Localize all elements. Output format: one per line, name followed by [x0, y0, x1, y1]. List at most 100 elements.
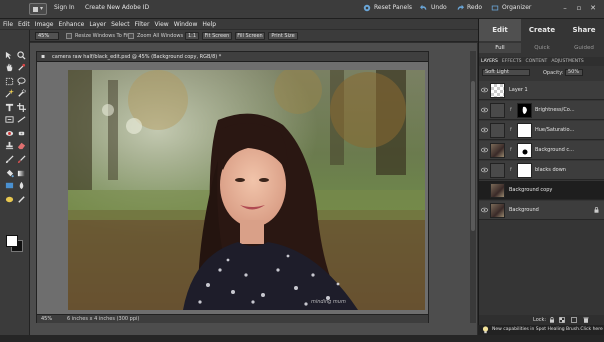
- layer-row-background[interactable]: Background: [479, 201, 604, 220]
- redo-button[interactable]: Redo: [467, 4, 482, 11]
- layer-row-background-c[interactable]: f Background c...: [479, 141, 604, 160]
- visibility-toggle[interactable]: [481, 187, 488, 193]
- tab-content[interactable]: CONTENT: [526, 57, 548, 66]
- menu-view[interactable]: View: [154, 21, 168, 28]
- status-zoom-level[interactable]: 45%: [41, 316, 52, 322]
- magic-wand-tool-icon[interactable]: [5, 89, 14, 98]
- tab-adjustments[interactable]: ADJUSTMENTS: [551, 57, 583, 66]
- zoom-level-field[interactable]: 45%: [35, 32, 59, 40]
- notification-bar[interactable]: New capabilities in Spot Healing Brush.C…: [478, 325, 604, 335]
- sign-in-link[interactable]: Sign In: [54, 4, 75, 11]
- move-tool-icon[interactable]: [5, 51, 14, 60]
- photo-canvas[interactable]: minding mum: [68, 70, 425, 310]
- lock-transparent-icon[interactable]: [559, 317, 565, 323]
- opacity-field[interactable]: 50%: [565, 69, 583, 76]
- crop-tool-icon[interactable]: [17, 103, 26, 112]
- close-icon[interactable]: ✕: [588, 3, 598, 13]
- lasso-tool-icon[interactable]: [17, 77, 26, 86]
- foreground-color-swatch[interactable]: [6, 235, 18, 247]
- resize-windows-checkbox[interactable]: [66, 33, 72, 39]
- maximize-icon[interactable]: ▫: [574, 3, 584, 13]
- tab-full[interactable]: Full: [479, 43, 521, 53]
- zoom-all-windows-checkbox[interactable]: [128, 33, 134, 39]
- menu-layer[interactable]: Layer: [89, 21, 106, 28]
- minimize-icon[interactable]: –: [560, 3, 570, 13]
- pencil-tool-icon[interactable]: [17, 195, 26, 204]
- notification-text[interactable]: New capabilities in Spot Healing Brush.C…: [492, 327, 603, 332]
- print-size-button[interactable]: Print Size: [268, 32, 298, 40]
- visibility-eye-icon[interactable]: [481, 127, 488, 133]
- tab-layers[interactable]: LAYERS: [481, 57, 498, 66]
- recompose-tool-icon[interactable]: [5, 115, 14, 124]
- fit-screen-button[interactable]: Fit Screen: [202, 32, 232, 40]
- fill-screen-button[interactable]: Fill Screen: [235, 32, 265, 40]
- gradient-tool-icon[interactable]: [17, 169, 26, 178]
- undo-button[interactable]: Undo: [431, 4, 447, 11]
- red-eye-tool-icon[interactable]: [5, 129, 14, 138]
- shape-tool-icon[interactable]: [5, 181, 14, 190]
- layer-name: blacks down: [535, 167, 566, 173]
- menu-file[interactable]: File: [3, 21, 13, 28]
- actual-pixels-button[interactable]: 1:1: [185, 32, 199, 40]
- resize-windows-label: Resize Windows To Fit: [75, 33, 130, 39]
- eraser-tool-icon[interactable]: [17, 141, 26, 150]
- organizer-icon[interactable]: [491, 4, 499, 12]
- canvas-vertical-scrollbar[interactable]: [470, 51, 476, 323]
- layer-row-background-copy[interactable]: Background copy: [479, 181, 604, 200]
- blur-tool-icon[interactable]: [17, 181, 26, 190]
- reset-panels-icon[interactable]: [363, 4, 371, 12]
- blend-mode-select[interactable]: Soft Light: [482, 69, 530, 76]
- layer-row-layer-1[interactable]: Layer 1: [479, 81, 604, 100]
- visibility-eye-icon[interactable]: [481, 107, 488, 113]
- undo-icon[interactable]: [420, 4, 428, 12]
- hand-tool-icon[interactable]: [5, 63, 14, 72]
- lock-label: Lock:: [533, 317, 547, 323]
- layer-row-brightness[interactable]: f Brightness/Co...: [479, 101, 604, 120]
- app-switcher-button[interactable]: ▾: [29, 3, 47, 15]
- quick-selection-tool-icon[interactable]: [17, 89, 26, 98]
- lock-all-icon[interactable]: [549, 317, 555, 323]
- clone-stamp-tool-icon[interactable]: [5, 141, 14, 150]
- new-layer-icon[interactable]: [571, 317, 577, 323]
- lightbulb-icon: [482, 326, 489, 334]
- tab-create[interactable]: Create: [521, 19, 563, 41]
- reset-panels-button[interactable]: Reset Panels: [374, 4, 412, 11]
- document-tab[interactable]: ▪ camera raw half/black_edit.psd @ 45% (…: [37, 52, 428, 62]
- tab-guided[interactable]: Guided: [563, 43, 604, 53]
- zoom-tool-icon[interactable]: [17, 51, 26, 60]
- type-tool-icon[interactable]: [5, 103, 14, 112]
- menu-window[interactable]: Window: [174, 21, 198, 28]
- sponge-tool-icon[interactable]: [5, 195, 14, 204]
- visibility-eye-icon[interactable]: [481, 167, 488, 173]
- create-adobe-id-link[interactable]: Create New Adobe ID: [85, 4, 149, 11]
- tab-edit[interactable]: Edit: [479, 19, 521, 41]
- delete-layer-icon[interactable]: [583, 317, 589, 323]
- straighten-tool-icon[interactable]: [17, 115, 26, 124]
- layer-row-hue-saturation[interactable]: f Hue/Saturatio...: [479, 121, 604, 140]
- visibility-eye-icon[interactable]: [481, 147, 488, 153]
- lock-icon: [594, 207, 599, 213]
- tab-quick[interactable]: Quick: [521, 43, 563, 53]
- menu-select[interactable]: Select: [111, 21, 130, 28]
- menu-enhance[interactable]: Enhance: [58, 21, 84, 28]
- visibility-eye-icon[interactable]: [481, 87, 488, 93]
- eyedropper-tool-icon[interactable]: [17, 63, 26, 72]
- visibility-eye-icon[interactable]: [481, 207, 488, 213]
- marquee-tool-icon[interactable]: [5, 77, 14, 86]
- menu-filter[interactable]: Filter: [135, 21, 150, 28]
- layer-name: Layer 1: [509, 87, 528, 93]
- brush-tool-icon[interactable]: [5, 155, 14, 164]
- menu-help[interactable]: Help: [202, 21, 216, 28]
- smart-brush-tool-icon[interactable]: [17, 155, 26, 164]
- spot-healing-tool-icon[interactable]: [17, 129, 26, 138]
- layer-row-blacks-down[interactable]: f blacks down: [479, 161, 604, 180]
- organizer-button[interactable]: Organizer: [502, 4, 531, 11]
- redo-icon[interactable]: [456, 4, 464, 12]
- tab-share[interactable]: Share: [563, 19, 604, 41]
- tab-effects[interactable]: EFFECTS: [502, 57, 522, 66]
- menu-edit[interactable]: Edit: [18, 21, 30, 28]
- paint-bucket-tool-icon[interactable]: [5, 169, 14, 178]
- close-document-icon[interactable]: ▪: [41, 53, 45, 60]
- edit-sub-tabs: Full Quick Guided: [479, 43, 604, 53]
- menu-image[interactable]: Image: [35, 21, 54, 28]
